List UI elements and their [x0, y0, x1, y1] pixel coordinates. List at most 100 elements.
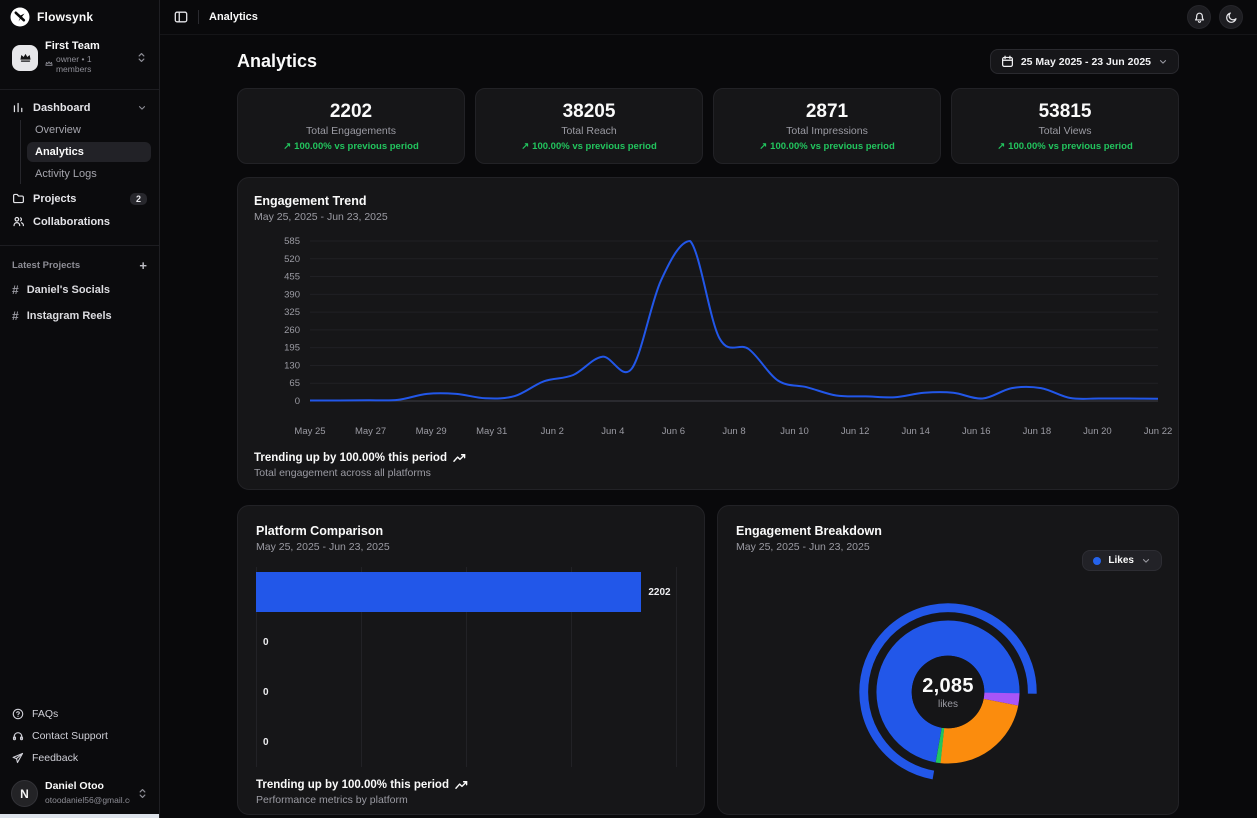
- sidebar-item-faqs[interactable]: FAQs: [0, 703, 159, 725]
- team-name: First Team: [45, 40, 100, 52]
- svg-text:455: 455: [284, 272, 300, 283]
- stat-label: Total Reach: [561, 125, 616, 137]
- projects-count-badge: 2: [130, 193, 147, 205]
- sidebar-item-collaborations[interactable]: Collaborations: [8, 210, 151, 233]
- bar-chart[interactable]: 2202 0 0 0: [256, 567, 676, 767]
- footer-link-label: FAQs: [32, 708, 58, 720]
- stat-card-reach: 38205 Total Reach ↗100.00% vs previous p…: [475, 88, 703, 164]
- help-circle-icon: [12, 708, 24, 720]
- bar-row: 0: [256, 717, 676, 767]
- sidebar-item-daniels-socials[interactable]: # Daniel's Socials: [0, 277, 159, 303]
- bar-value-label: 2202: [648, 587, 670, 598]
- bar-value-label: 0: [263, 687, 269, 698]
- project-label: Instagram Reels: [27, 310, 112, 322]
- chevrons-up-down-icon: [137, 787, 148, 800]
- stat-delta: 100.00% vs previous period: [294, 141, 419, 152]
- bar-value-label: 0: [263, 637, 269, 648]
- page-title: Analytics: [237, 51, 317, 72]
- brand: Flowsynk: [0, 0, 159, 34]
- moon-icon: [1225, 11, 1238, 24]
- sidebar-item-label: Projects: [33, 193, 76, 205]
- divider: [198, 10, 199, 24]
- date-range-value: 25 May 2025 - 23 Jun 2025: [1021, 56, 1151, 68]
- sidebar-item-activity-logs[interactable]: Activity Logs: [27, 164, 151, 184]
- brand-name: Flowsynk: [37, 10, 93, 24]
- bar-row: 0: [256, 667, 676, 717]
- x-tick-label: Jun 22: [1144, 426, 1173, 437]
- svg-text:585: 585: [284, 236, 300, 247]
- trend-arrow-icon: ↗: [283, 141, 291, 152]
- sidebar-item-label: Dashboard: [33, 102, 90, 114]
- chevron-down-icon: [1158, 57, 1168, 67]
- chart-subtitle: May 25, 2025 - Jun 23, 2025: [254, 211, 1162, 223]
- add-project-button[interactable]: +: [139, 261, 147, 271]
- x-tick-label: Jun 6: [662, 426, 685, 437]
- headset-icon: [12, 730, 24, 742]
- x-tick-label: May 27: [355, 426, 386, 437]
- svg-text:0: 0: [295, 396, 300, 407]
- breadcrumb: Analytics: [209, 11, 258, 23]
- sidebar: Flowsynk First Team owner • 1 members: [0, 0, 160, 818]
- stat-value: 2202: [330, 101, 372, 123]
- topbar: Analytics: [160, 0, 1257, 35]
- date-range-picker[interactable]: 25 May 2025 - 23 Jun 2025: [990, 49, 1179, 74]
- x-tick-label: Jun 4: [601, 426, 624, 437]
- hash-icon: #: [12, 283, 19, 297]
- app-window: Flowsynk First Team owner • 1 members: [0, 0, 1257, 818]
- bell-icon: [1193, 11, 1206, 24]
- divider: [0, 245, 159, 246]
- stat-value: 53815: [1039, 101, 1092, 123]
- x-tick-label: Jun 18: [1023, 426, 1052, 437]
- divider: [0, 89, 159, 90]
- platform-comparison-card: Platform Comparison May 25, 2025 - Jun 2…: [237, 505, 705, 815]
- x-tick-label: Jun 2: [541, 426, 564, 437]
- sidebar-nav: Dashboard Overview Analytics Activity Lo…: [0, 96, 159, 233]
- sidebar-toggle-icon[interactable]: [174, 10, 188, 24]
- sidebar-item-instagram-reels[interactable]: # Instagram Reels: [0, 303, 159, 329]
- metric-select-value: Likes: [1108, 555, 1134, 566]
- team-switcher[interactable]: First Team owner • 1 members: [6, 36, 153, 79]
- chart-title: Engagement Trend: [254, 194, 1162, 208]
- hash-icon: #: [12, 309, 19, 323]
- dashboard-submenu: Overview Analytics Activity Logs: [20, 120, 151, 184]
- scrollbar[interactable]: [0, 814, 159, 818]
- metric-select[interactable]: Likes: [1082, 550, 1162, 571]
- chart-footer-sub: Performance metrics by platform: [256, 794, 686, 806]
- sidebar-item-dashboard[interactable]: Dashboard: [8, 96, 151, 119]
- x-axis-labels: May 25May 27May 29May 31Jun 2Jun 4Jun 6J…: [254, 424, 1164, 438]
- sidebar-item-analytics[interactable]: Analytics: [27, 142, 151, 162]
- notifications-button[interactable]: [1187, 5, 1211, 29]
- sidebar-item-projects[interactable]: Projects 2: [8, 187, 151, 210]
- x-tick-label: Jun 14: [901, 426, 930, 437]
- chevron-down-icon: [137, 103, 147, 113]
- svg-text:325: 325: [284, 307, 300, 318]
- footer-link-label: Feedback: [32, 752, 78, 764]
- bar[interactable]: [256, 572, 641, 612]
- svg-text:520: 520: [284, 254, 300, 265]
- gridline: [676, 567, 677, 767]
- stat-card-views: 53815 Total Views ↗100.00% vs previous p…: [951, 88, 1179, 164]
- bar-value-label: 0: [263, 737, 269, 748]
- stat-card-engagements: 2202 Total Engagements ↗100.00% vs previ…: [237, 88, 465, 164]
- donut-chart[interactable]: 2,085 likes: [850, 594, 1046, 790]
- sidebar-item-overview[interactable]: Overview: [27, 120, 151, 140]
- user-email: otoodaniel56@gmail.com: [45, 795, 130, 805]
- stat-value: 2871: [806, 101, 848, 123]
- trend-arrow-icon: ↗: [759, 141, 767, 152]
- sidebar-item-contact-support[interactable]: Contact Support: [0, 725, 159, 747]
- theme-toggle-button[interactable]: [1219, 5, 1243, 29]
- user-menu[interactable]: N Daniel Otoo otoodaniel56@gmail.com: [6, 777, 153, 810]
- trend-arrow-icon: ↗: [521, 141, 529, 152]
- chart-footer-sub: Total engagement across all platforms: [254, 467, 1162, 479]
- main-area: Analytics Analytics: [160, 0, 1257, 818]
- stats-row: 2202 Total Engagements ↗100.00% vs previ…: [237, 88, 1179, 164]
- chart-footer-bold: Trending up by 100.00% this period: [256, 779, 449, 791]
- mini-crown-icon: [45, 60, 53, 68]
- stat-delta: 100.00% vs previous period: [1008, 141, 1133, 152]
- line-chart[interactable]: 065130195260325390455520585: [254, 235, 1164, 419]
- stat-label: Total Engagements: [306, 125, 396, 137]
- chart-title: Platform Comparison: [256, 524, 686, 538]
- sidebar-item-feedback[interactable]: Feedback: [0, 747, 159, 769]
- team-meta: owner • 1 members: [56, 54, 129, 75]
- x-tick-label: May 25: [294, 426, 325, 437]
